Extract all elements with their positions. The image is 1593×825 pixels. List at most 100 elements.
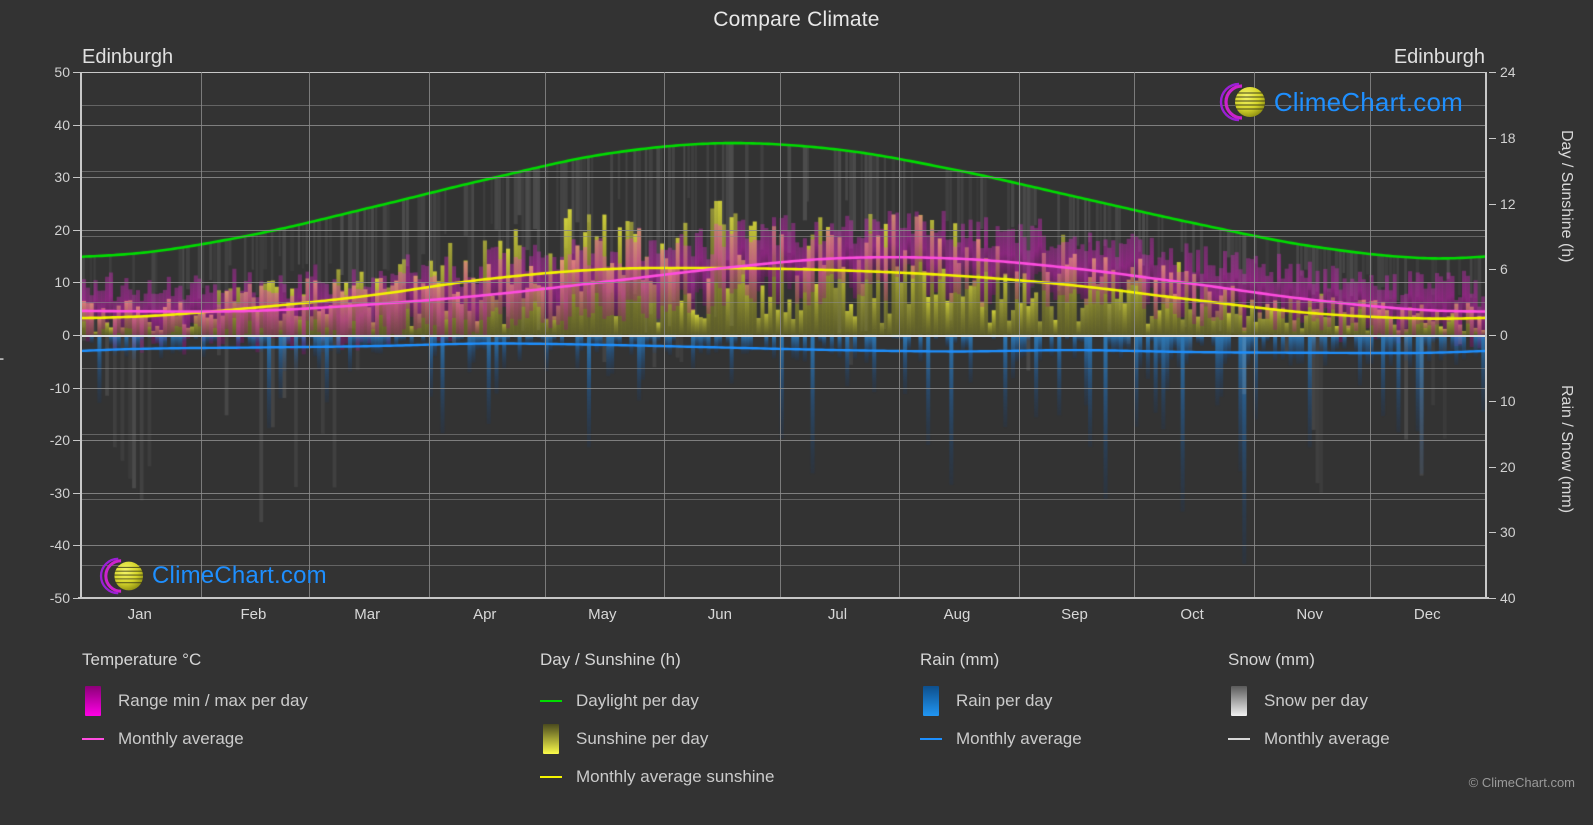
axis-tick-mark (1489, 466, 1496, 468)
axis-tick-left: -10 (49, 379, 70, 396)
axis-tick-x: Nov (1296, 606, 1324, 623)
watermark-text-top: ClimeChart.com (1273, 86, 1463, 117)
gridline-horizontal (82, 72, 1485, 73)
legend-item-label: Rain per day (956, 691, 1053, 710)
axis-tick-mark (1489, 203, 1496, 205)
legend-item[interactable]: Rain per day (920, 682, 1082, 720)
axis-tick-right-bottom: 10 (1500, 392, 1516, 409)
axis-tick-left: 50 (54, 64, 70, 80)
axis-tick-left: -20 (49, 432, 70, 449)
axis-tick-mark (73, 545, 80, 547)
axis-tick-left: 10 (54, 274, 70, 291)
legend-swatch-line (540, 776, 562, 778)
legend-group-title: Rain (mm) (920, 650, 1000, 669)
watermark-logo-top: ClimeChart.com (1216, 80, 1463, 124)
axis-tick-x: Dec (1413, 606, 1441, 623)
gridline-horizontal (82, 387, 1485, 389)
gridline-horizontal (82, 177, 1485, 179)
legend-item-label: Range min / max per day (118, 691, 308, 710)
legend-item[interactable]: Range min / max per day (82, 682, 308, 720)
legend-swatch-gradient (1231, 686, 1247, 716)
legend-item-label: Monthly average (118, 729, 244, 748)
axis-tick-mark (1489, 532, 1496, 534)
legend-group-title: Temperature °C (82, 650, 202, 669)
axis-tick-left: -40 (49, 537, 70, 554)
watermark-text-bottom: ClimeChart.com (152, 562, 327, 589)
gridline-horizontal (82, 492, 1485, 494)
axis-tick-left: 0 (62, 327, 70, 343)
axis-title-day-sunshine: Day / Sunshine (h) (1558, 130, 1575, 263)
legend-swatch-line (1228, 738, 1250, 740)
axis-tick-mark (1489, 137, 1496, 139)
axis-tick-x: Jun (707, 606, 732, 623)
legend-swatch-gradient (85, 686, 101, 716)
gridline-horizontal (82, 229, 1485, 231)
legend-item-label: Monthly average sunshine (576, 767, 775, 786)
axis-tick-mark (1489, 72, 1496, 73)
gridline-zero (82, 335, 1485, 337)
gridline-horizontal-minor (82, 433, 1485, 435)
gridline-horizontal-minor (82, 170, 1485, 172)
axis-tick-x: Oct (1180, 606, 1204, 623)
legend-item[interactable]: Sunshine per day (540, 720, 774, 758)
legend-group: Snow (mm) Snow per day Monthly average (1228, 650, 1390, 758)
axis-tick-x: May (588, 606, 617, 623)
city-label-left: Edinburgh (82, 46, 174, 68)
axis-tick-right-top: 0 (1500, 327, 1508, 343)
axis-tick-x: Jul (827, 606, 848, 623)
legend-item-label: Snow per day (1264, 691, 1368, 710)
legend-group: Day / Sunshine (h) Daylight per day Sunshi… (540, 650, 774, 796)
legend-group: Rain (mm) Rain per day Monthly average (920, 650, 1082, 758)
axis-tick-mark (1489, 598, 1496, 599)
climechart-logo-icon (1219, 82, 1265, 122)
watermark-logo-bottom: ClimeChart.com (96, 555, 327, 597)
axis-tick-right-top: 24 (1500, 64, 1516, 80)
axis-tick-left: -50 (49, 590, 70, 606)
legend-item-label: Monthly average (956, 729, 1082, 748)
axis-tick-mark (73, 440, 80, 442)
gridline-horizontal-minor (82, 302, 1485, 304)
legend-item[interactable]: Daylight per day (540, 682, 774, 720)
page-title: Compare Climate (713, 8, 880, 31)
axis-tick-mark (73, 229, 80, 231)
axis-tick-right-bottom: 40 (1500, 590, 1516, 606)
axis-title-temperature: Temperature °C (0, 278, 4, 392)
axis-tick-x: Aug (943, 606, 971, 623)
plot-area: ClimeChart.com ClimeChart.com (80, 72, 1487, 598)
legend-swatch-line (82, 738, 104, 740)
gridline-horizontal (82, 440, 1485, 442)
axis-title-rain-snow: Rain / Snow (mm) (1558, 385, 1575, 514)
legend-swatch-gradient (543, 724, 559, 754)
axis-tick-mark (73, 492, 80, 494)
legend-item-label: Sunshine per day (576, 729, 709, 748)
axis-tick-x: Sep (1061, 606, 1088, 623)
legend-item[interactable]: Monthly average (920, 720, 1082, 758)
gridline-horizontal (82, 282, 1485, 284)
gridline-horizontal-minor (82, 367, 1485, 369)
legend-item[interactable]: Monthly average (1228, 720, 1390, 758)
gridline-horizontal (82, 545, 1485, 547)
axis-tick-left: 30 (54, 169, 70, 186)
axis-tick-mark (73, 335, 80, 336)
legend-item[interactable]: Snow per day (1228, 682, 1390, 720)
axis-tick-mark (1489, 400, 1496, 402)
axis-tick-left: -30 (49, 484, 70, 501)
axis-tick-left: 20 (54, 221, 70, 238)
legend-item[interactable]: Monthly average (82, 720, 308, 758)
climechart-logo-icon (99, 557, 144, 595)
axis-tick-left: 40 (54, 116, 70, 133)
legend-swatch-line (540, 700, 562, 702)
axis-tick-x: Mar (354, 606, 381, 623)
axis-tick-x: Apr (473, 606, 497, 623)
axis-tick-right-top: 18 (1500, 129, 1516, 146)
axis-tick-mark (73, 282, 80, 284)
x-axis-line (78, 597, 1489, 599)
city-label-right: Edinburgh (1393, 46, 1485, 68)
axis-tick-right-bottom: 20 (1500, 458, 1516, 475)
axis-tick-right-top: 12 (1500, 195, 1516, 212)
plot-canvas (82, 72, 1485, 598)
axis-tick-mark (73, 387, 80, 389)
gridline-horizontal (82, 124, 1485, 126)
legend-item[interactable]: Monthly average sunshine (540, 758, 774, 796)
legend-item-label: Monthly average (1264, 729, 1390, 748)
